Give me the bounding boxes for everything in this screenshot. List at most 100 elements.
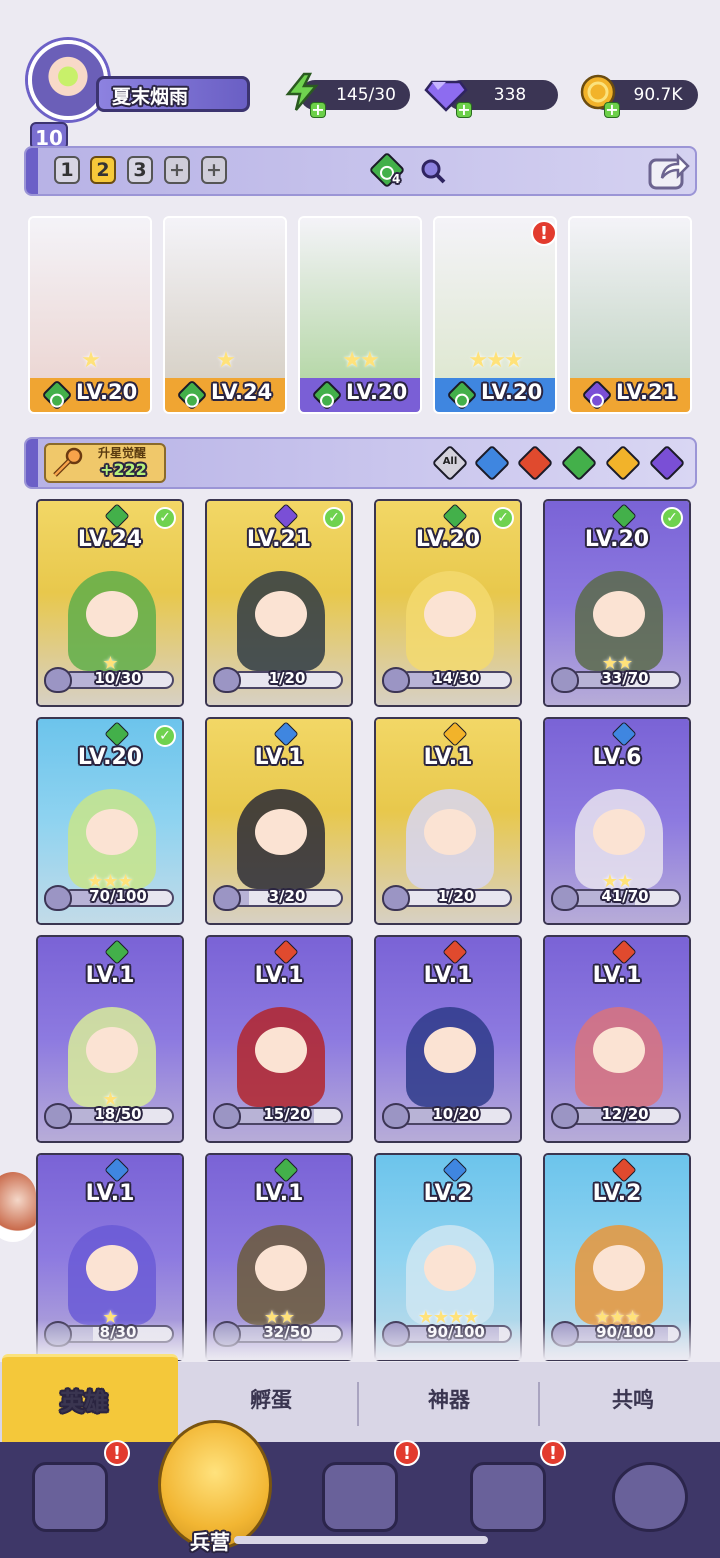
hero-card[interactable]: LV.1 12/20 <box>543 935 691 1143</box>
shard-icon <box>551 1103 579 1129</box>
hero-level: LV.1 <box>85 963 135 988</box>
hero-card[interactable]: ✓ LV.20 14/30 <box>374 499 522 707</box>
tab-artifact[interactable]: 神器 <box>428 1384 470 1414</box>
shard-icon <box>213 1103 241 1129</box>
slot-level: LV.21 <box>616 380 678 404</box>
hero-face <box>424 1245 476 1291</box>
hero-card[interactable]: ✓ LV.20 ★★ 33/70 <box>543 499 691 707</box>
hero-face <box>86 591 138 637</box>
team-add-tab-2[interactable]: + <box>201 156 227 184</box>
slot-level: LV.20 <box>346 380 408 404</box>
shard-icon <box>213 667 241 693</box>
team-slot[interactable]: ★★★ LV.20 <box>433 216 557 414</box>
shard-icon <box>44 1103 72 1129</box>
team-element-count: 4 <box>392 172 401 186</box>
tab-hatch[interactable]: 孵蛋 <box>250 1384 292 1414</box>
hero-level: LV.1 <box>592 963 642 988</box>
mushroom-nav-icon[interactable] <box>612 1462 688 1532</box>
slot-stars: ★★ <box>342 348 379 373</box>
shard-icon <box>213 885 241 911</box>
hero-face <box>255 591 307 637</box>
slot-stars: ★★★ <box>468 348 523 373</box>
hero-level: LV.1 <box>254 1181 304 1206</box>
hero-level: LV.6 <box>592 745 642 770</box>
hero-card[interactable]: LV.1 15/20 <box>205 935 353 1143</box>
hero-level: LV.2 <box>592 1181 642 1206</box>
key-icon <box>50 447 84 479</box>
top-bar: 10 夏末烟雨 145/30 + 338 + 90.7K + <box>0 38 720 150</box>
hero-card[interactable]: LV.1 3/20 <box>205 717 353 925</box>
hero-card[interactable]: LV.1 1/20 <box>374 717 522 925</box>
hero-level: LV.20 <box>584 527 650 552</box>
hero-face <box>593 1245 645 1291</box>
hero-level: LV.1 <box>254 963 304 988</box>
hero-face <box>255 809 307 855</box>
team-slot[interactable]: ★ LV.20 <box>28 216 152 414</box>
hero-level: LV.24 <box>77 527 143 552</box>
shard-progress-text: 33/70 <box>601 669 649 687</box>
shard-progress-text: 1/20 <box>437 887 475 905</box>
hero-face <box>593 1027 645 1073</box>
hero-level: LV.20 <box>77 745 143 770</box>
shard-progress-text: 1/20 <box>268 669 306 687</box>
team-tab-1[interactable]: 1 <box>54 156 80 184</box>
awaken-title: 升星觉醒 <box>98 446 147 460</box>
hero-face <box>424 1027 476 1073</box>
team-add-tab-1[interactable]: + <box>164 156 190 184</box>
hero-card[interactable]: LV.1 ★ 18/50 <box>36 935 184 1143</box>
magnifier-icon[interactable] <box>420 158 446 184</box>
hero-level: LV.1 <box>85 1181 135 1206</box>
shard-progress-text: 12/20 <box>601 1105 649 1123</box>
shard-icon <box>382 885 410 911</box>
team-slot[interactable]: ★ LV.24 <box>163 216 287 414</box>
filter-all-label: All <box>442 456 458 467</box>
add-energy-button[interactable]: + <box>310 102 326 118</box>
hero-card[interactable]: LV.1 10/20 <box>374 935 522 1143</box>
team-tab-2[interactable]: 2 <box>90 156 116 184</box>
tab-heroes[interactable]: 英雄 <box>60 1382 108 1417</box>
hero-card[interactable]: ✓ LV.21 1/20 <box>205 499 353 707</box>
hero-face <box>424 591 476 637</box>
in-team-check-icon: ✓ <box>154 725 176 747</box>
shard-progress-text: 15/20 <box>263 1105 311 1123</box>
hero-portrait <box>570 218 690 378</box>
player-name: 夏末烟雨 <box>112 86 189 108</box>
hero-card[interactable]: ✓ LV.24 ★ 10/30 <box>36 499 184 707</box>
book-nav-icon[interactable] <box>322 1462 398 1532</box>
add-gems-button[interactable]: + <box>456 102 472 118</box>
floating-helper-avatar[interactable] <box>0 1172 36 1242</box>
slot-stars: ★ <box>81 348 101 373</box>
shard-progress-text: 14/30 <box>432 669 480 687</box>
slot-level: LV.20 <box>76 380 138 404</box>
shard-icon <box>382 1103 410 1129</box>
cards-nav-icon[interactable] <box>32 1462 108 1532</box>
hero-face <box>424 809 476 855</box>
add-coins-button[interactable]: + <box>604 102 620 118</box>
tab-resonance[interactable]: 共鸣 <box>612 1384 654 1414</box>
tab-divider <box>538 1382 540 1426</box>
hero-level: LV.20 <box>415 527 481 552</box>
hero-card[interactable]: LV.6 ★★ 41/70 <box>543 717 691 925</box>
book-alert-badge: ! <box>394 1440 420 1466</box>
hero-face <box>86 1245 138 1291</box>
shard-icon <box>44 667 72 693</box>
hero-card[interactable]: ✓ LV.20 ★★★ 70/100 <box>36 717 184 925</box>
barracks-nav-label: 兵营 <box>190 1530 230 1554</box>
in-team-check-icon: ✓ <box>492 507 514 529</box>
shard-progress-text: 70/100 <box>89 887 147 905</box>
slot-level: LV.20 <box>481 380 543 404</box>
slot-alert-badge: ! <box>531 220 557 246</box>
shard-progress-text: 18/50 <box>94 1105 142 1123</box>
share-icon[interactable] <box>646 150 690 192</box>
home-indicator <box>234 1536 488 1544</box>
temple-nav-icon[interactable] <box>470 1462 546 1532</box>
shard-progress-text: 10/20 <box>432 1105 480 1123</box>
hero-face <box>255 1027 307 1073</box>
hero-face <box>593 809 645 855</box>
team-slot[interactable]: LV.21 <box>568 216 692 414</box>
cards-alert-badge: ! <box>104 1440 130 1466</box>
hero-level: LV.21 <box>246 527 312 552</box>
team-tab-3[interactable]: 3 <box>127 156 153 184</box>
in-team-check-icon: ✓ <box>154 507 176 529</box>
team-slot[interactable]: ★★ LV.20 <box>298 216 422 414</box>
